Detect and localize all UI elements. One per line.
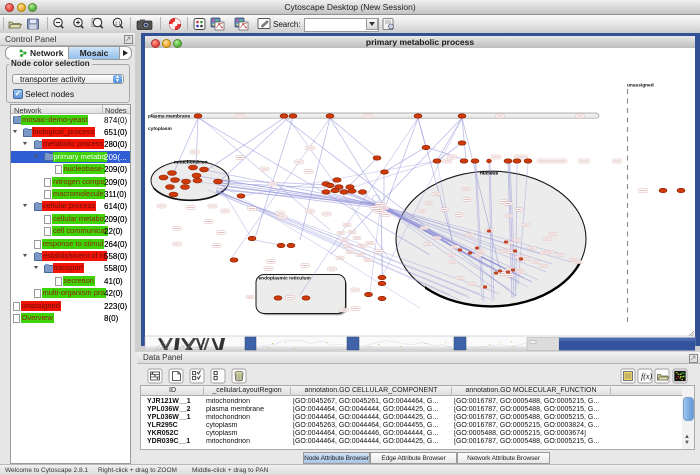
svg-text:plasma membrane: plasma membrane <box>148 114 190 120</box>
svg-text:endoplasmic reticulum: endoplasmic reticulum <box>259 276 311 282</box>
svg-text:mitochondrion: mitochondrion <box>174 160 208 166</box>
svg-text:unassigned: unassigned <box>627 83 654 89</box>
svg-text:1:1: 1:1 <box>115 20 122 25</box>
svg-text:nucleus: nucleus <box>480 171 498 177</box>
svg-text:cytoplasm: cytoplasm <box>148 126 172 132</box>
svg-text:f(x): f(x) <box>641 372 652 381</box>
